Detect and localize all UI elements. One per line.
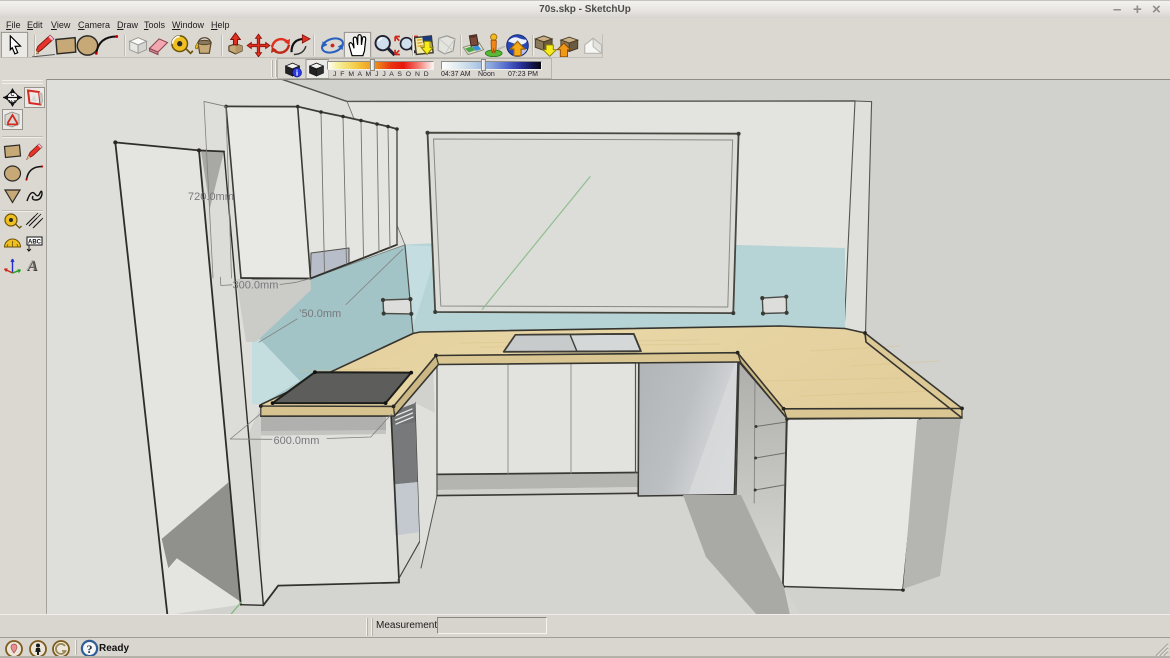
svg-text:’50.0mm: ’50.0mm — [299, 308, 341, 320]
svg-text:300.0mm: 300.0mm — [233, 280, 279, 292]
svg-text:N-S: N-S — [9, 99, 17, 104]
svg-text:C: C — [11, 92, 15, 98]
svg-text:?: ? — [87, 642, 93, 656]
svg-text:720.0mm: 720.0mm — [188, 191, 234, 203]
svg-text:600.0mm: 600.0mm — [274, 435, 320, 447]
svg-text:ABC: ABC — [28, 240, 42, 246]
